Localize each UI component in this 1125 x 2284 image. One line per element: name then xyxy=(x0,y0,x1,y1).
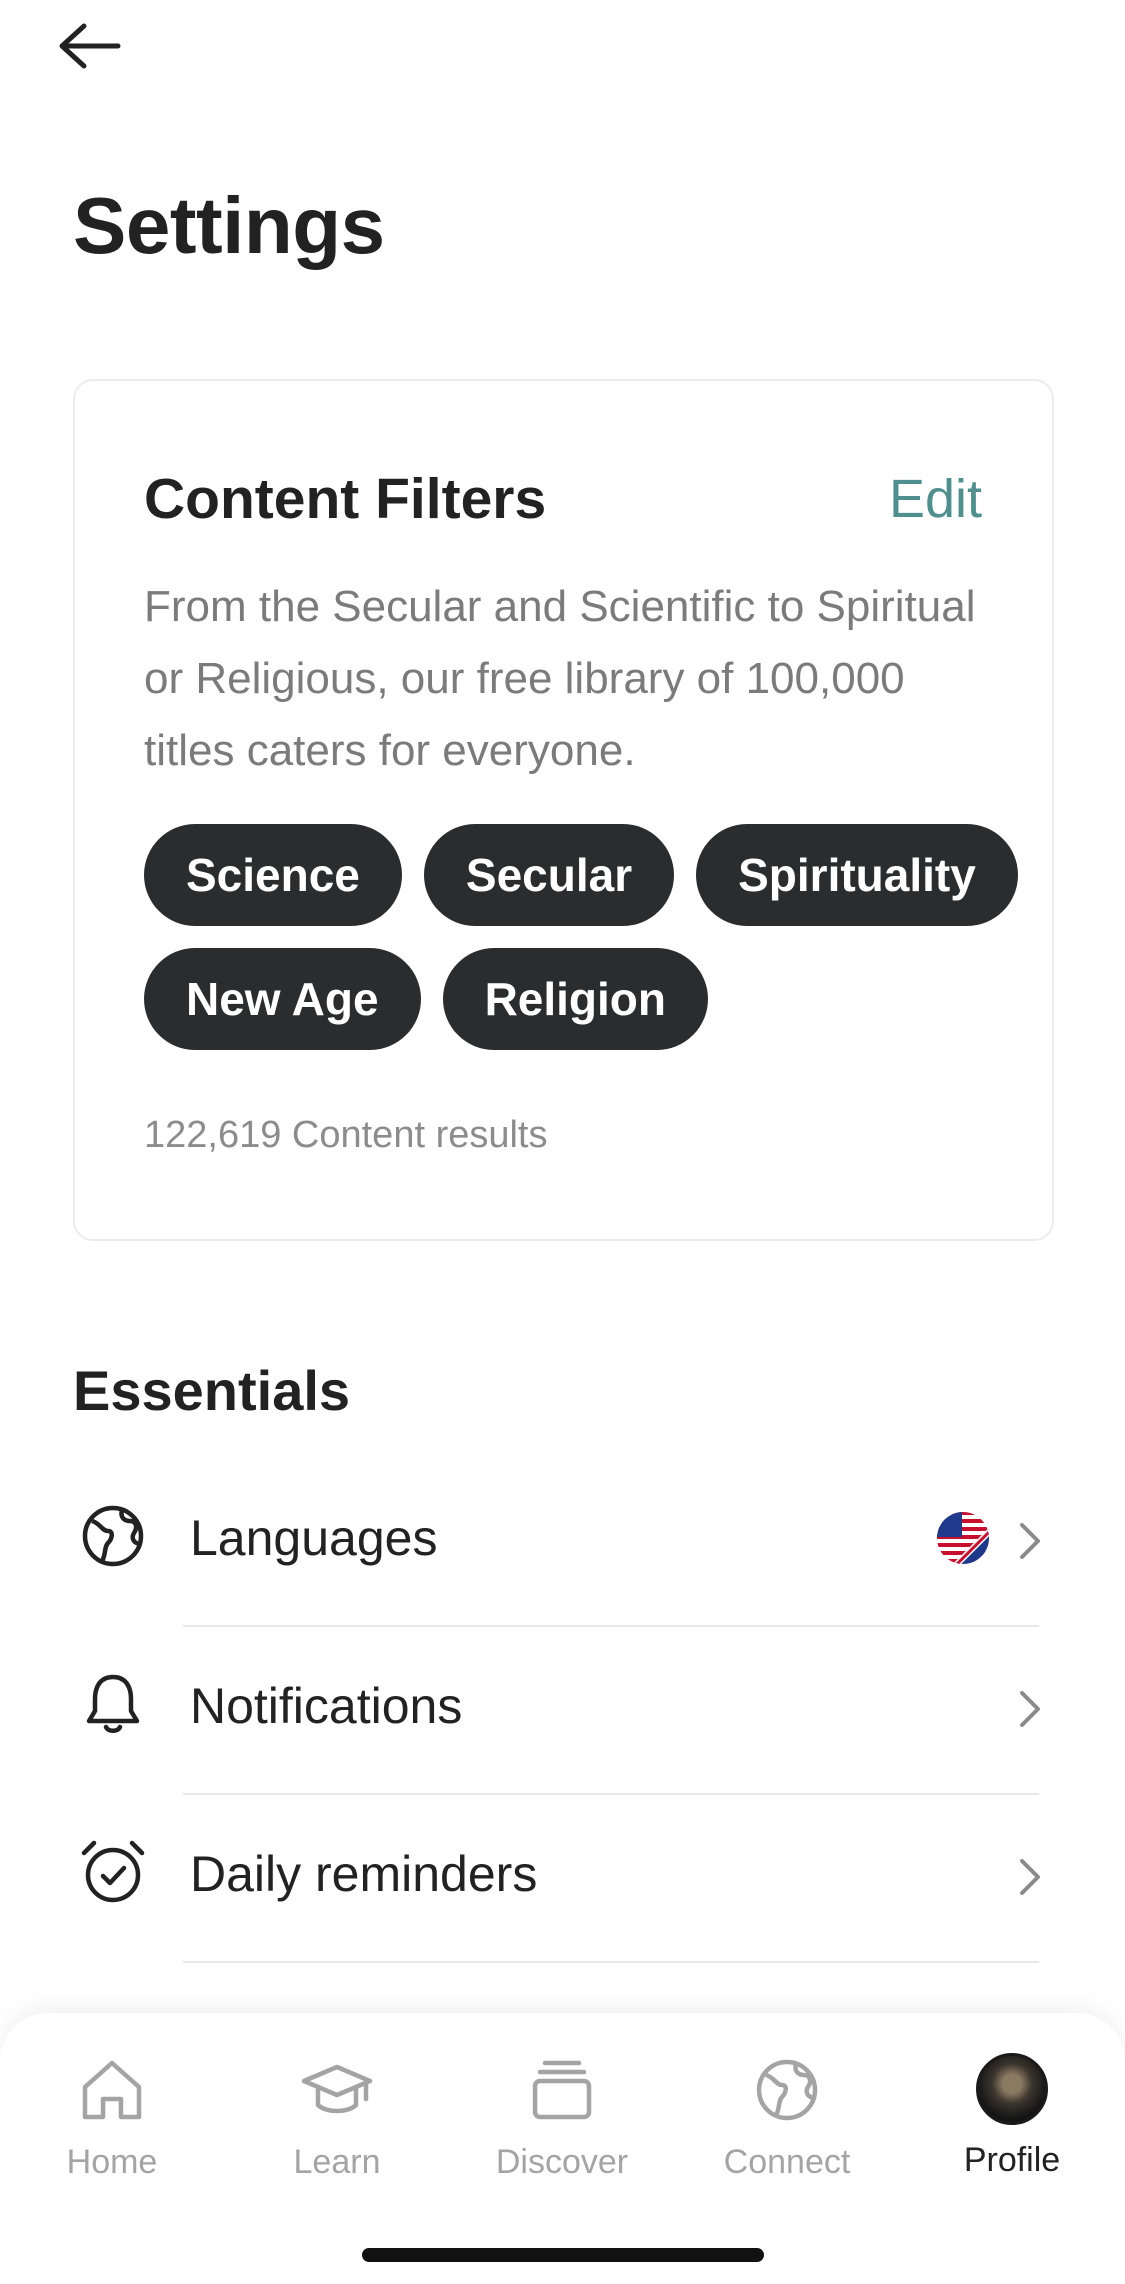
bell-icon xyxy=(86,1674,140,1733)
back-button[interactable] xyxy=(52,14,124,78)
bottom-tab-bar: Home Learn Discover Connect Profile xyxy=(0,2013,1125,2284)
settings-row-label: Notifications xyxy=(190,1678,463,1734)
avatar xyxy=(976,2053,1048,2125)
row-divider xyxy=(183,1961,1039,1963)
chevron-right-icon xyxy=(1020,1691,1040,1727)
connect-globe-icon xyxy=(756,2059,818,2121)
filter-chip-science[interactable]: Science xyxy=(144,824,402,926)
chevron-right-icon xyxy=(1020,1523,1040,1559)
tab-profile[interactable]: Profile xyxy=(922,2053,1102,2193)
arrow-left-icon xyxy=(59,23,121,69)
filter-chips: Science Secular Spirituality New Age Rel… xyxy=(144,824,1024,1050)
content-results-count: 122,619 Content results xyxy=(144,1114,548,1156)
filter-chip-spirituality[interactable]: Spirituality xyxy=(696,824,1018,926)
tab-connect[interactable]: Connect xyxy=(697,2053,877,2193)
content-filters-title: Content Filters xyxy=(144,467,547,531)
settings-row-languages[interactable]: Languages xyxy=(0,1459,1125,1627)
settings-row-label: Languages xyxy=(190,1510,438,1566)
tab-label: Learn xyxy=(293,2143,381,2181)
tab-label: Home xyxy=(66,2143,158,2181)
chevron-right-icon xyxy=(1020,1859,1040,1895)
flag-icon xyxy=(937,1512,989,1564)
tab-label: Profile xyxy=(963,2141,1061,2179)
tab-label: Connect xyxy=(723,2143,851,2181)
content-filters-card: Content Filters Edit From the Secular an… xyxy=(73,379,1054,1241)
content-filters-description: From the Secular and Scientific to Spiri… xyxy=(144,582,976,775)
filter-chip-secular[interactable]: Secular xyxy=(423,824,675,926)
essentials-list: Languages Notifications Daily reminders xyxy=(0,1459,1125,1963)
settings-row-notifications[interactable]: Notifications xyxy=(0,1627,1125,1795)
filter-chip-new-age[interactable]: New Age xyxy=(144,948,421,1050)
page-title: Settings xyxy=(73,181,385,270)
edit-filters-button[interactable]: Edit xyxy=(889,468,982,530)
essentials-heading: Essentials xyxy=(73,1359,351,1422)
graduation-cap-icon xyxy=(301,2064,373,2114)
settings-row-daily-reminders[interactable]: Daily reminders xyxy=(0,1795,1125,1963)
filter-chip-religion[interactable]: Religion xyxy=(442,948,709,1050)
tab-label: Discover xyxy=(495,2143,629,2181)
settings-row-label: Daily reminders xyxy=(190,1846,538,1902)
alarm-clock-icon xyxy=(81,1840,145,1903)
globe-icon xyxy=(82,1505,144,1567)
home-indicator[interactable] xyxy=(362,2248,764,2262)
home-icon xyxy=(82,2060,142,2120)
stack-icon xyxy=(532,2060,592,2120)
tab-discover[interactable]: Discover xyxy=(472,2053,652,2193)
settings-screen: Settings Content Filters Edit From the S… xyxy=(0,0,1125,2284)
tab-home[interactable]: Home xyxy=(22,2053,202,2193)
tab-learn[interactable]: Learn xyxy=(247,2053,427,2193)
